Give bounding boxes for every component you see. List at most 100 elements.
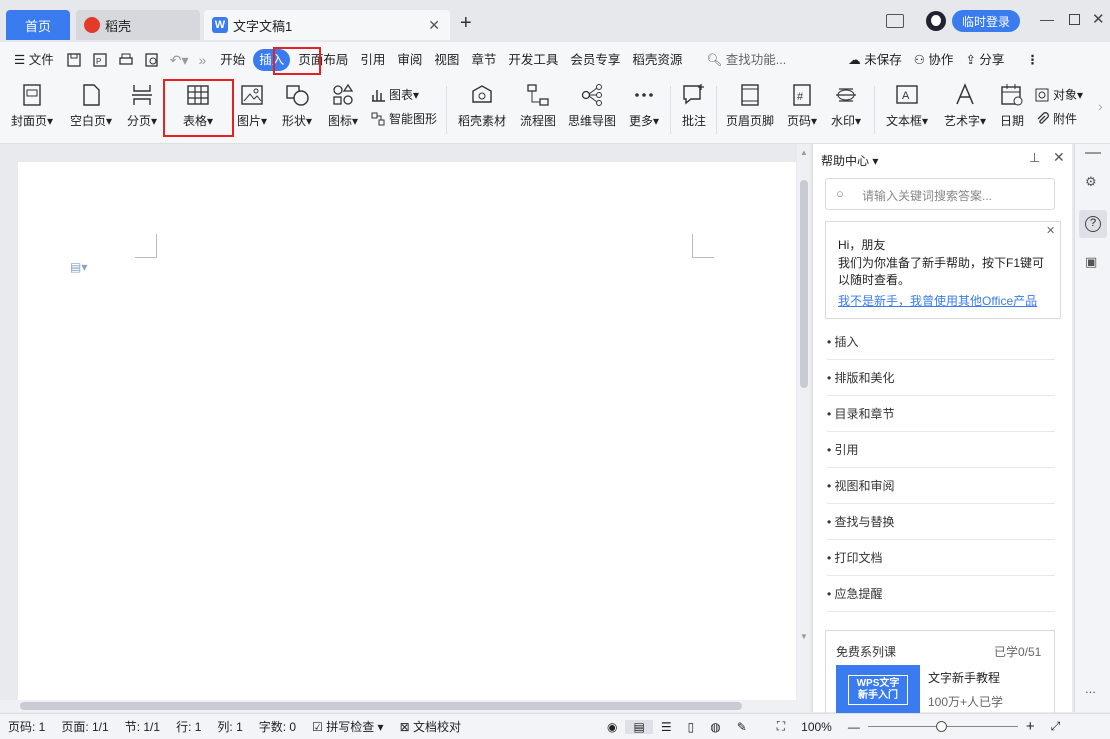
- close-panel-icon[interactable]: ✕: [1053, 149, 1065, 166]
- object-button[interactable]: 对象 ▾: [1034, 86, 1083, 103]
- document-page[interactable]: ▤▾: [18, 162, 796, 702]
- adjust-settings-icon[interactable]: ⚙: [1085, 174, 1097, 190]
- help-topic-item[interactable]: • 查找与替换: [827, 504, 1055, 540]
- zoom-level[interactable]: 100%: [793, 720, 840, 734]
- function-search[interactable]: 🔍︎ 查找功能...: [700, 49, 792, 71]
- fullscreen-icon[interactable]: ⤢: [1043, 719, 1069, 734]
- help-topic-item[interactable]: • 打印文档: [827, 540, 1055, 576]
- shape-button[interactable]: 形状▾: [278, 82, 316, 129]
- help-topic-item[interactable]: • 插入: [827, 324, 1055, 360]
- wordart-button[interactable]: 艺术字▾: [940, 82, 990, 129]
- spell-check-button[interactable]: ☑ 拼写检查 ▾: [304, 718, 391, 735]
- blank-page-button[interactable]: 空白页▾: [68, 82, 114, 129]
- help-topic-item[interactable]: • 视图和审阅: [827, 468, 1055, 504]
- page-break-button[interactable]: 分页▾: [124, 82, 160, 129]
- tab-developer[interactable]: 开发工具: [502, 49, 564, 71]
- smartart-button[interactable]: 智能图形: [370, 110, 437, 127]
- more-button[interactable]: 更多▾: [626, 82, 662, 129]
- tab-insert[interactable]: 插入: [253, 49, 291, 71]
- page-view-icon[interactable]: ▤: [625, 719, 653, 734]
- sidebar-more-icon[interactable]: ∙∙∙: [1085, 684, 1096, 699]
- undo-icon[interactable]: ↶▾: [170, 52, 189, 69]
- outline-view-icon[interactable]: ☰: [653, 720, 680, 734]
- file-menu[interactable]: ☰ 文件: [8, 49, 60, 71]
- close-tab-icon[interactable]: ✕: [428, 17, 440, 34]
- status-word-count[interactable]: 字数: 0: [251, 718, 304, 735]
- layout-tool-icon[interactable]: ▣: [1085, 254, 1097, 270]
- picture-button[interactable]: 图片▾: [234, 82, 270, 129]
- help-topic-item[interactable]: • 应急提醒: [827, 576, 1055, 612]
- zoom-slider[interactable]: [867, 720, 1018, 733]
- more-options-icon[interactable]: ⋮: [1020, 49, 1045, 71]
- more-commands-icon[interactable]: »: [198, 52, 206, 68]
- scroll-down-icon[interactable]: ▼: [800, 632, 808, 641]
- close-card-icon[interactable]: ✕: [1046, 224, 1055, 237]
- pin-icon[interactable]: ⊥: [1029, 150, 1040, 166]
- flowchart-button[interactable]: 流程图: [518, 82, 558, 129]
- attachment-button[interactable]: 附件: [1034, 110, 1077, 127]
- tab-daoke-resources[interactable]: 稻壳资源: [626, 49, 688, 71]
- daoke-material-button[interactable]: 稻壳素材: [456, 82, 508, 129]
- reading-view-icon[interactable]: ▯: [680, 720, 703, 734]
- watermark-button[interactable]: 水印▾: [828, 82, 864, 129]
- tab-view[interactable]: 视图: [428, 49, 465, 71]
- help-topic-item[interactable]: • 目录和章节: [827, 396, 1055, 432]
- zoom-slider-thumb[interactable]: [935, 720, 947, 732]
- avatar[interactable]: [926, 11, 946, 31]
- zoom-in-icon[interactable]: +: [1018, 718, 1043, 735]
- tab-home[interactable]: 首页: [6, 10, 70, 40]
- mindmap-button[interactable]: 思维导图: [566, 82, 618, 129]
- help-search-input[interactable]: ○ 请输入关键词搜索答案...: [825, 178, 1055, 210]
- help-center-button[interactable]: ?: [1079, 210, 1107, 238]
- vertical-scrollbar[interactable]: ▲ ▼: [797, 144, 810, 700]
- header-footer-button[interactable]: 页眉页脚: [724, 82, 776, 129]
- print-icon[interactable]: [118, 52, 134, 68]
- tab-reference[interactable]: 引用: [354, 49, 391, 71]
- collaborate-button[interactable]: ⚇ 协作: [908, 49, 960, 71]
- new-tab-icon[interactable]: +: [460, 12, 472, 35]
- help-topic-item[interactable]: • 引用: [827, 432, 1055, 468]
- horizontal-scroll-thumb[interactable]: [20, 702, 742, 710]
- pen-icon[interactable]: ✎: [729, 720, 755, 734]
- login-button[interactable]: 临时登录: [952, 10, 1020, 32]
- share-button[interactable]: ⇪ 分享: [959, 49, 1010, 71]
- tab-start[interactable]: 开始: [214, 49, 251, 71]
- chart-button[interactable]: 图表 ▾: [370, 86, 419, 103]
- horizontal-scrollbar[interactable]: [0, 700, 810, 712]
- minimize-icon[interactable]: —: [1040, 11, 1054, 27]
- tab-layout[interactable]: 页面布局: [292, 49, 354, 71]
- vertical-scroll-thumb[interactable]: [800, 180, 808, 388]
- maximize-icon[interactable]: [1069, 14, 1080, 25]
- table-button[interactable]: 表格▾: [172, 82, 224, 129]
- page-number-button[interactable]: # 页码▾: [784, 82, 820, 129]
- proofread-button[interactable]: ⊠ 文档校对: [392, 718, 469, 735]
- date-button[interactable]: 日期: [996, 82, 1028, 129]
- paragraph-format-icon[interactable]: ▤▾: [70, 260, 87, 274]
- tab-document[interactable]: W 文字文稿1 ✕: [204, 10, 450, 40]
- fit-page-icon[interactable]: ⛶: [769, 719, 793, 734]
- course-thumbnail[interactable]: WPS文字 新手入门: [836, 665, 920, 717]
- unsaved-status[interactable]: ☁ 未保存: [842, 49, 908, 71]
- scroll-up-icon[interactable]: ▲: [800, 148, 808, 157]
- close-window-icon[interactable]: ✕: [1092, 10, 1105, 28]
- ribbon-scroll-right-icon[interactable]: ›: [1098, 98, 1103, 114]
- collapse-handle-icon[interactable]: [1085, 152, 1101, 154]
- help-panel-title[interactable]: 帮助中心 ▾: [821, 152, 878, 169]
- save-icon[interactable]: [66, 52, 82, 68]
- course-card[interactable]: 免费系列课 已学0/51 WPS文字 新手入门 文字新手教程 100万+人已学: [825, 630, 1055, 717]
- tab-daoke[interactable]: 稻壳: [76, 10, 200, 40]
- web-view-icon[interactable]: ◍: [702, 720, 728, 734]
- help-topic-item[interactable]: • 排版和美化: [827, 360, 1055, 396]
- print-preview-icon[interactable]: [144, 52, 160, 68]
- export-pdf-icon[interactable]: P: [92, 52, 108, 68]
- tab-vip[interactable]: 会员专享: [564, 49, 626, 71]
- icons-button[interactable]: 图标▾: [324, 82, 362, 129]
- window-layout-icon[interactable]: [886, 14, 904, 28]
- tab-chapter[interactable]: 章节: [465, 49, 502, 71]
- textbox-button[interactable]: A 文本框▾: [882, 82, 932, 129]
- eye-protect-icon[interactable]: ◉: [599, 720, 625, 734]
- not-beginner-link[interactable]: 我不是新手，我曾使用其他Office产品: [838, 292, 1037, 309]
- cover-page-button[interactable]: 封面页▾: [10, 82, 54, 129]
- comment-button[interactable]: 批注: [678, 82, 710, 129]
- status-pages[interactable]: 页面: 1/1: [53, 718, 116, 735]
